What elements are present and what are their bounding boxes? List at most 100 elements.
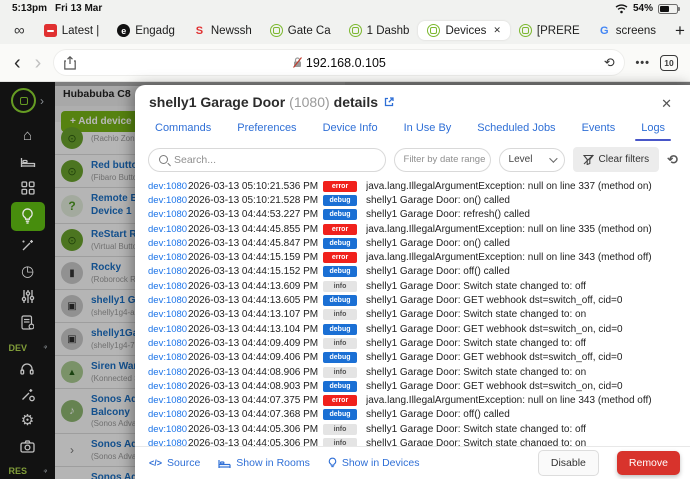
browser-tab-latest-[interactable]: Latest | xyxy=(35,21,109,40)
show-in-devices-link[interactable]: Show in Devices xyxy=(328,457,420,469)
filter-off-icon xyxy=(583,154,594,165)
logs-toolbar: Search... Filter by date range Level Cle… xyxy=(135,141,690,177)
log-source-link[interactable]: dev:1080 xyxy=(148,338,188,349)
sidebar-item-rooms[interactable] xyxy=(11,150,45,174)
log-source-link[interactable]: dev:1080 xyxy=(148,324,188,335)
sidebar-item-schedules[interactable]: ◷ xyxy=(11,259,45,283)
tab-device-info[interactable]: Device Info xyxy=(323,122,378,141)
refresh-icon[interactable]: ⟲ xyxy=(667,152,678,168)
log-source-link[interactable]: dev:1080 xyxy=(148,209,188,220)
tab-events[interactable]: Events xyxy=(582,122,616,141)
browser-tab-engadg[interactable]: eEngadg xyxy=(108,21,184,40)
external-link-icon[interactable] xyxy=(384,97,394,107)
log-source-link[interactable]: dev:1080 xyxy=(148,309,188,320)
log-level-badge: error xyxy=(323,224,357,235)
log-source-link[interactable]: dev:1080 xyxy=(148,195,188,206)
log-row: dev:10802026-03-13 05:10:21.528 PMdebugs… xyxy=(148,193,690,207)
tab-scheduled-jobs[interactable]: Scheduled Jobs xyxy=(477,122,555,141)
sidebar-item-home[interactable]: ⌂ xyxy=(11,124,45,148)
breadcrumb-hub[interactable]: Hubabuba C8 xyxy=(63,88,131,100)
browser-tab-label: Latest | xyxy=(62,25,100,37)
sidebar-item-settings-sliders[interactable] xyxy=(11,285,45,309)
log-source-link[interactable]: dev:1080 xyxy=(148,367,188,378)
log-source-link[interactable]: dev:1080 xyxy=(148,252,188,263)
siren-device-icon: ▲ xyxy=(61,361,83,383)
log-level-badge: debug xyxy=(323,266,357,277)
log-level-badge: debug xyxy=(323,352,357,363)
log-source-link[interactable]: dev:1080 xyxy=(148,224,188,235)
level-select[interactable]: Level xyxy=(499,148,565,172)
clear-filters-button[interactable]: Clear filters xyxy=(573,147,660,172)
hubitat-tab-icon xyxy=(270,24,283,37)
browser-tab-gate-ca[interactable]: Gate Ca xyxy=(261,21,340,40)
log-timestamp: 2026-03-13 04:44:13.605 PM xyxy=(188,295,323,306)
log-source-link[interactable]: dev:1080 xyxy=(148,295,188,306)
reload-icon[interactable]: ⟳ xyxy=(604,55,615,71)
remove-button[interactable]: Remove xyxy=(617,451,680,475)
date-range-input[interactable]: Filter by date range xyxy=(394,148,491,172)
log-list: dev:10802026-03-13 05:10:21.536 PMerrorj… xyxy=(135,177,690,460)
sidebar-item-developer-tools[interactable] xyxy=(11,383,45,407)
sidebar-item-devices[interactable] xyxy=(11,202,45,232)
sidebar-item-automations[interactable] xyxy=(11,233,45,257)
browser-tab-1-dashb[interactable]: 1 Dashb xyxy=(340,21,419,40)
log-timestamp: 2026-03-13 04:44:07.368 PM xyxy=(188,409,323,420)
device-id: (1080) xyxy=(289,94,329,110)
log-source-link[interactable]: dev:1080 xyxy=(148,181,188,192)
tab-in-use-by[interactable]: In Use By xyxy=(404,122,452,141)
sidebar-item-apps[interactable] xyxy=(11,176,45,200)
more-menu-icon[interactable]: ••• xyxy=(635,57,650,69)
source-link[interactable]: </> Source xyxy=(149,457,200,469)
browser-tab-screens[interactable]: Gscreens xyxy=(589,21,665,40)
close-tab-icon[interactable]: ✕ xyxy=(493,25,501,36)
browser-tab-devices[interactable]: Devices✕ xyxy=(418,21,509,40)
log-source-link[interactable]: dev:1080 xyxy=(148,281,188,292)
sidebar-item-support[interactable] xyxy=(11,357,45,381)
tab-count-button[interactable]: 10 xyxy=(660,55,678,71)
log-timestamp: 2026-03-13 04:44:45.847 PM xyxy=(188,238,323,249)
sidebar-section-dev[interactable]: DEV» xyxy=(6,343,50,353)
log-message: java.lang.IllegalArgumentException: null… xyxy=(366,395,652,406)
log-row: dev:10802026-03-13 04:44:13.104 PMdebugs… xyxy=(148,322,690,336)
address-field[interactable]: 192.168.0.105 ⟳ xyxy=(53,49,625,76)
disable-button[interactable]: Disable xyxy=(538,450,599,476)
browser-tab-newssh[interactable]: SNewssh xyxy=(184,21,261,40)
sidebar-item-snapshots[interactable] xyxy=(11,434,45,458)
browser-tab--prere[interactable]: [PRERE xyxy=(510,21,589,40)
sidebar-item-settings[interactable]: ⚙ xyxy=(11,408,45,432)
log-row: dev:10802026-03-13 04:44:15.159 PMerrorj… xyxy=(148,250,690,264)
log-message: shelly1 Garage Door: Switch state change… xyxy=(366,338,586,349)
log-level-badge: debug xyxy=(323,295,357,306)
new-tab-button[interactable]: + xyxy=(675,21,685,41)
log-level-badge: debug xyxy=(323,209,357,220)
log-level-badge: info xyxy=(323,424,357,435)
close-icon[interactable]: ✕ xyxy=(655,94,678,114)
tab-logs[interactable]: Logs xyxy=(641,122,665,141)
log-source-link[interactable]: dev:1080 xyxy=(148,395,188,406)
tab-commands[interactable]: Commands xyxy=(155,122,211,141)
forward-button[interactable]: › xyxy=(33,53,44,73)
wifi-icon xyxy=(615,4,628,14)
modal-title: shelly1 Garage Door (1080) details xyxy=(149,94,394,110)
share-icon[interactable] xyxy=(64,56,76,70)
log-source-link[interactable]: dev:1080 xyxy=(148,424,188,435)
log-row: dev:10802026-03-13 04:44:13.107 PMinfosh… xyxy=(148,308,690,322)
log-source-link[interactable]: dev:1080 xyxy=(148,266,188,277)
log-source-link[interactable]: dev:1080 xyxy=(148,238,188,249)
log-level-badge: info xyxy=(323,367,357,378)
sidebar-section-res[interactable]: RES» xyxy=(6,466,50,476)
tab-preferences[interactable]: Preferences xyxy=(237,122,296,141)
log-source-link[interactable]: dev:1080 xyxy=(148,381,188,392)
robot-device-icon: ▮ xyxy=(61,262,83,284)
log-timestamp: 2026-03-13 04:44:15.159 PM xyxy=(188,252,323,263)
sidebar-item-logs[interactable] xyxy=(11,311,45,335)
log-source-link[interactable]: dev:1080 xyxy=(148,352,188,363)
show-in-rooms-link[interactable]: Show in Rooms xyxy=(218,457,310,469)
search-input[interactable]: Search... xyxy=(148,148,386,172)
back-button[interactable]: ‹ xyxy=(12,53,23,73)
log-source-link[interactable]: dev:1080 xyxy=(148,409,188,420)
log-timestamp: 2026-03-13 04:44:45.855 PM xyxy=(188,224,323,235)
grid-icon xyxy=(21,181,35,195)
tab-overview-icon[interactable]: ∞ xyxy=(14,23,25,38)
sidebar-expand-icon[interactable]: › xyxy=(40,94,44,108)
